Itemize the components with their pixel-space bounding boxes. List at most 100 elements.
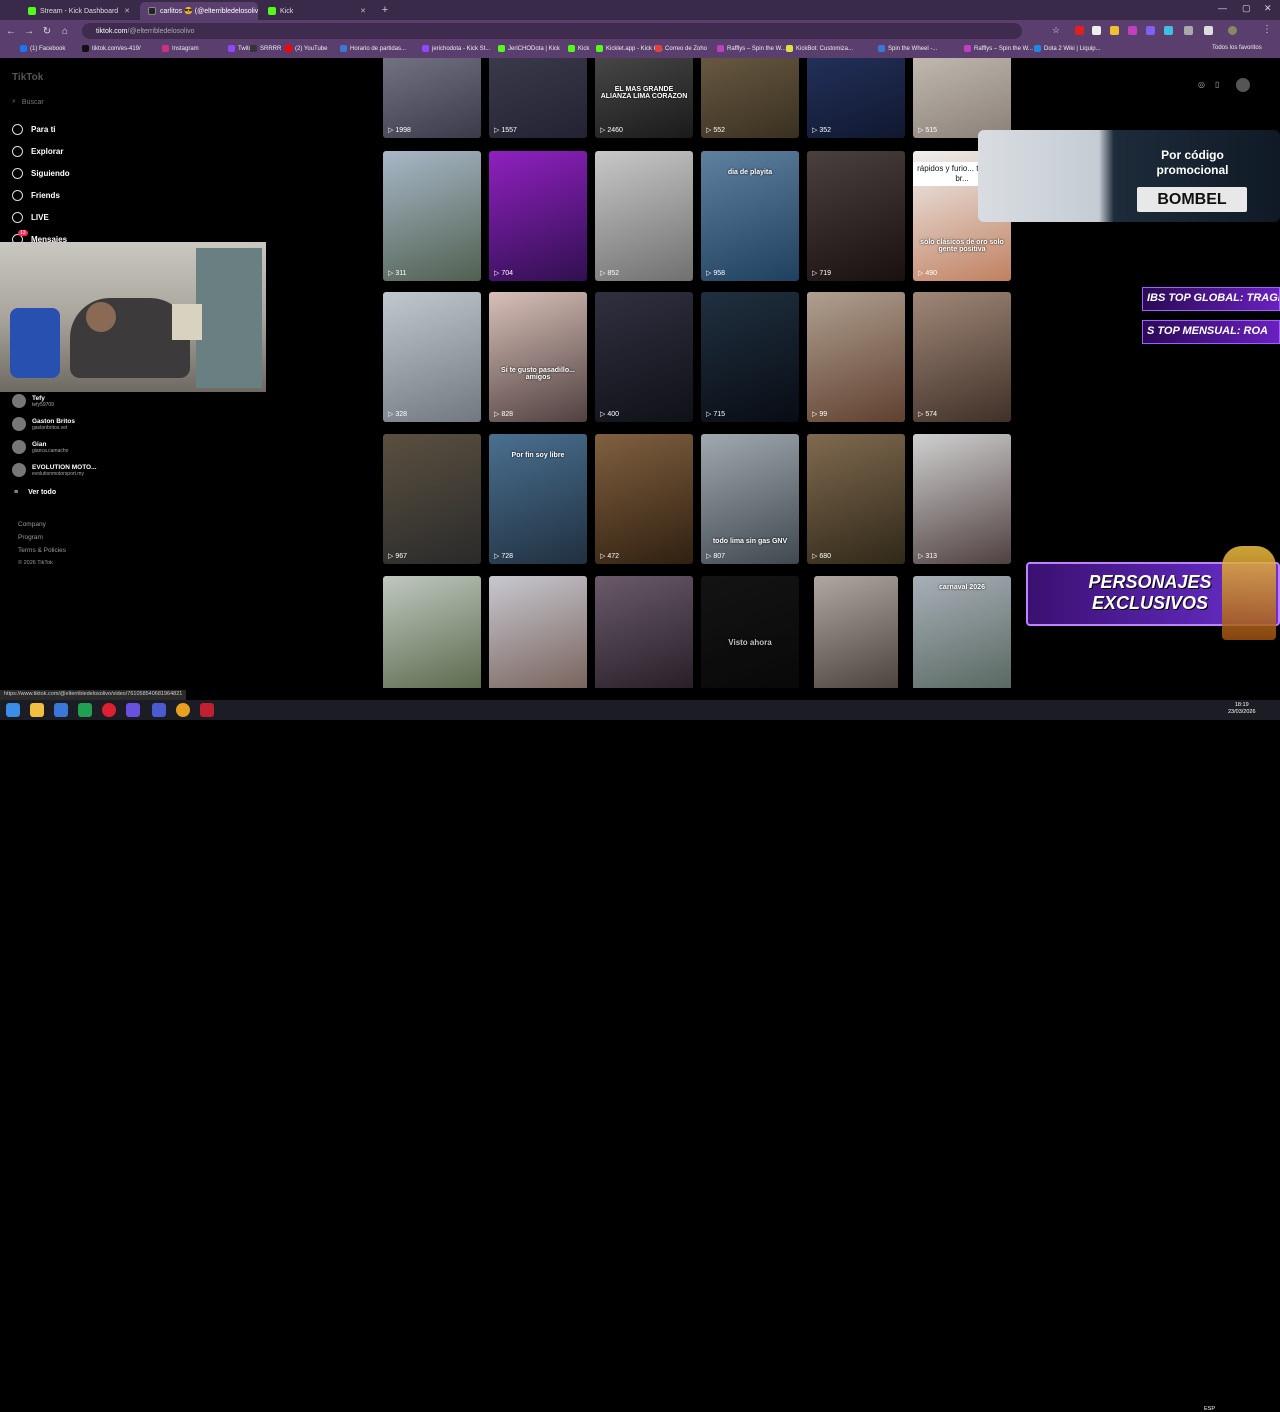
bookmark-item[interactable]: Instagram <box>162 45 199 52</box>
excel-icon[interactable] <box>78 703 92 717</box>
chrome-icon[interactable] <box>176 703 190 717</box>
tab-kick[interactable]: Kick ✕ <box>260 2 374 20</box>
extension-icon[interactable] <box>1075 26 1084 35</box>
star-icon[interactable]: ☆ <box>1052 25 1060 36</box>
video-thumbnail[interactable]: todo lima sin gas GNV ▷ 807 <box>701 434 799 564</box>
video-thumbnail[interactable]: ▷ 715 <box>701 292 799 422</box>
reload-icon[interactable]: ↻ <box>38 26 56 37</box>
video-thumbnail[interactable]: ▷ 515 <box>913 58 1011 138</box>
profile-avatar[interactable] <box>1228 26 1237 35</box>
footer-link[interactable]: Program <box>18 534 43 541</box>
video-thumbnail[interactable]: Visto ahora <box>701 576 799 688</box>
video-thumbnail[interactable]: ▷ 313 <box>913 434 1011 564</box>
bookmark-item[interactable]: Horario de partidas... <box>340 45 406 52</box>
menu-icon[interactable]: ⋮ <box>1262 24 1272 35</box>
video-thumbnail[interactable]: ▷ 404 <box>814 576 898 688</box>
extension-icon[interactable] <box>1110 26 1119 35</box>
video-thumbnail[interactable]: EL MAS GRANDE ALIANZA LIMA CORAZON ▷ 2460 <box>595 58 693 138</box>
video-thumbnail[interactable]: ▷ 552 <box>701 58 799 138</box>
close-window-icon[interactable]: ✕ <box>1264 3 1272 14</box>
home-icon[interactable]: ⌂ <box>56 26 74 37</box>
bookmark-item[interactable]: JeriCHODota | Kick <box>498 45 560 52</box>
following-account[interactable]: Gian gianca.camacho <box>12 440 68 454</box>
bookmark-item[interactable]: Kick <box>568 45 589 52</box>
video-thumbnail[interactable]: ▷ 704 <box>489 151 587 281</box>
ios-app-icon[interactable]: ◎ <box>1198 80 1205 89</box>
discord-icon[interactable] <box>126 703 140 717</box>
nav-explore[interactable]: Explorar <box>12 146 63 157</box>
forward-icon[interactable]: → <box>20 26 38 37</box>
search-input[interactable]: ⌕ Buscar <box>12 98 44 106</box>
nav-friends[interactable]: Friends <box>12 190 60 201</box>
video-thumbnail[interactable]: ▷ 680 <box>807 434 905 564</box>
app-icon[interactable] <box>200 703 214 717</box>
video-thumbnail[interactable]: dia de playita ▷ 958 <box>701 151 799 281</box>
bookmark-item[interactable]: Correo de Zoho <box>655 45 707 52</box>
video-thumbnail[interactable]: ▷ 472 <box>595 434 693 564</box>
nav-following[interactable]: Siguiendo <box>12 168 70 179</box>
bookmark-item[interactable]: SRRRR <box>250 45 281 52</box>
video-thumbnail[interactable]: ▷ 1557 <box>489 58 587 138</box>
video-thumbnail[interactable]: ▷ 328 <box>383 292 481 422</box>
all-bookmarks[interactable]: Todos los favoritos <box>1212 45 1262 51</box>
phone-icon[interactable]: ▯ <box>1215 80 1219 89</box>
maximize-icon[interactable]: ▢ <box>1242 3 1251 14</box>
video-thumbnail[interactable]: ▷ 1998 <box>383 58 481 138</box>
clock[interactable]: 18:19 23/03/2026 <box>1228 702 1256 716</box>
extension-icon[interactable] <box>1092 26 1101 35</box>
bookmark-item[interactable]: (1) Facebook <box>20 45 65 52</box>
video-thumbnail[interactable]: mejor solos somos F...▷ 352 <box>807 58 905 138</box>
video-thumbnail[interactable]: ▷ 509 <box>383 576 481 688</box>
video-thumbnail[interactable]: ▷ 852 <box>595 151 693 281</box>
bookmark-item[interactable]: Kicklet.app - Kick C... <box>596 45 663 52</box>
video-thumbnail[interactable]: carnaval 2026▷ 733 <box>913 576 1011 688</box>
video-thumbnail[interactable]: ▷ 967 <box>383 434 481 564</box>
following-account[interactable]: Tefy tefy59709 <box>12 394 54 408</box>
video-thumbnail[interactable]: ▷ 668 <box>595 576 693 688</box>
user-avatar[interactable] <box>1236 78 1250 92</box>
opera-icon[interactable] <box>102 703 116 717</box>
back-icon[interactable]: ← <box>2 26 20 37</box>
extension-icon[interactable] <box>1146 26 1155 35</box>
tiktok-logo[interactable]: TikTok <box>12 72 43 83</box>
bookmark-item[interactable]: Spin the Wheel -... <box>878 45 937 52</box>
video-thumbnail[interactable]: ▷ 708 <box>489 576 587 688</box>
video-thumbnail[interactable]: Si te gusto pasadillo... amigos ▷ 828 <box>489 292 587 422</box>
windows-start-icon[interactable] <box>6 703 20 717</box>
tab-tiktok-profile[interactable]: carlitos 😎 (@elterribledelosolivo ✕ <box>140 2 258 20</box>
video-thumbnail[interactable]: ▷ 719 <box>807 151 905 281</box>
minimize-icon[interactable]: — <box>1218 3 1227 13</box>
bookmark-item[interactable]: Rafflys – Spin the W... <box>717 45 786 52</box>
extension-icon[interactable] <box>1184 26 1193 35</box>
following-account[interactable]: EVOLUTION MOTO... evolutionmotorsport.my <box>12 463 97 477</box>
video-thumbnail[interactable]: ▷ 311 <box>383 151 481 281</box>
bookmark-item[interactable]: Dota 2 Wiki | Liquip... <box>1034 45 1101 52</box>
puzzle-icon[interactable] <box>1204 26 1213 35</box>
video-thumbnail[interactable]: ▷ 400 <box>595 292 693 422</box>
new-tab-button[interactable]: + <box>378 3 392 17</box>
tab-kick-dashboard[interactable]: Stream - Kick Dashboard ✕ <box>20 2 138 20</box>
following-account[interactable]: Gaston Britos gastonbritos.vet <box>12 417 75 431</box>
nav-live[interactable]: LIVE <box>12 212 49 223</box>
bookmark-item[interactable]: Rafflys – Spin the W... <box>964 45 1033 52</box>
address-bar[interactable]: tiktok.com/@elterribledelosolivo <box>82 23 1022 39</box>
see-all-link[interactable]: ≡ Ver todo <box>14 489 56 496</box>
language-indicator[interactable]: ESP <box>1204 1406 1215 1412</box>
nav-for-you[interactable]: Para ti <box>12 124 55 135</box>
bookmark-item[interactable]: KickBot: Customiza... <box>786 45 853 52</box>
file-explorer-icon[interactable] <box>30 703 44 717</box>
video-thumbnail[interactable]: ▷ 99 <box>807 292 905 422</box>
extension-icon[interactable] <box>1128 26 1137 35</box>
app-icon[interactable] <box>152 703 166 717</box>
bookmark-item[interactable]: (2) YouTube <box>285 45 327 52</box>
bookmark-item[interactable]: jerichodota - Kick St... <box>422 45 490 52</box>
footer-link[interactable]: Company <box>18 521 46 528</box>
footer-link[interactable]: Terms & Policies <box>18 547 66 554</box>
video-thumbnail[interactable]: Por fin soy libre ▷ 728 <box>489 434 587 564</box>
video-thumbnail[interactable]: ▷ 574 <box>913 292 1011 422</box>
bookmark-item[interactable]: tiktok.com/es-419/ <box>82 45 141 52</box>
app-icon[interactable] <box>54 703 68 717</box>
close-icon[interactable]: ✕ <box>124 7 130 15</box>
close-icon[interactable]: ✕ <box>360 7 366 15</box>
extension-icon[interactable] <box>1164 26 1173 35</box>
